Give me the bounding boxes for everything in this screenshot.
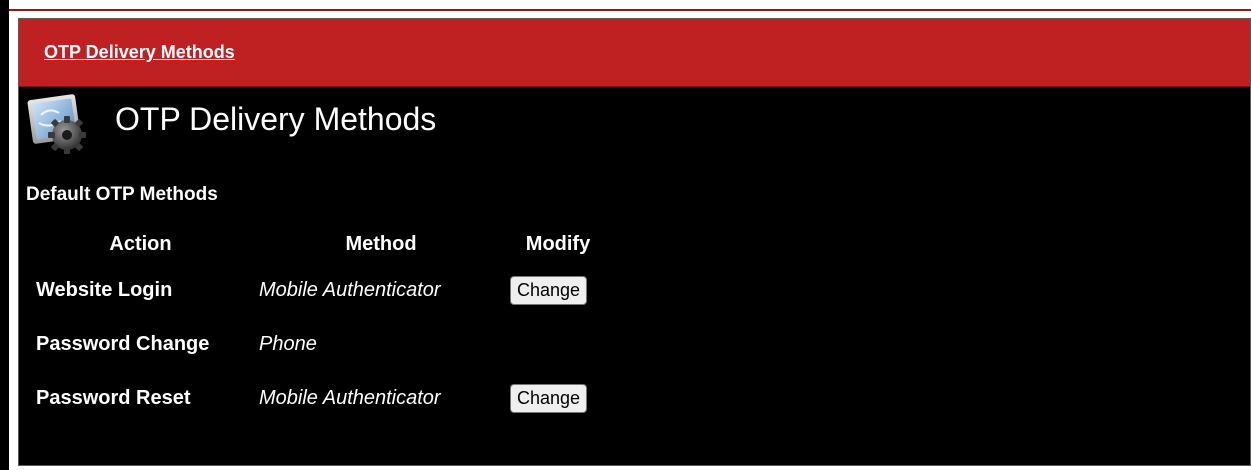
- modify-cell: Change: [507, 263, 609, 317]
- change-website-login-button[interactable]: Change: [510, 275, 588, 305]
- modify-cell: Change: [507, 371, 609, 425]
- action-cell: Password Change: [36, 332, 210, 355]
- top-divider: [9, 9, 1251, 11]
- system-preferences-gear-icon: [27, 91, 97, 155]
- column-header-modify: Modify: [525, 232, 591, 255]
- action-cell: Password Reset: [36, 386, 191, 409]
- table-header-row: Action Method Modify: [26, 225, 609, 263]
- column-header-method: Method: [345, 232, 417, 255]
- panel-header: OTP Delivery Methods: [19, 19, 1250, 87]
- table-row: Website Login Mobile Authenticator Chang…: [26, 263, 609, 317]
- method-cell: Mobile Authenticator: [259, 278, 441, 301]
- table-row: Password Change Phone: [26, 317, 609, 371]
- left-edge-bar: [0, 0, 9, 470]
- page: OTP Delivery Methods OTP Delivery Method…: [0, 0, 1251, 470]
- modify-cell: [507, 317, 609, 371]
- otp-delivery-methods-link[interactable]: OTP Delivery Methods: [44, 42, 235, 63]
- title-row: OTP Delivery Methods: [27, 91, 436, 155]
- otp-methods-table: Action Method Modify Website Login Mobil…: [26, 225, 609, 425]
- change-password-reset-button[interactable]: Change: [510, 383, 588, 413]
- page-title: OTP Delivery Methods: [115, 100, 437, 137]
- table-row: Password Reset Mobile Authenticator Chan…: [26, 371, 609, 425]
- method-cell: Mobile Authenticator: [259, 386, 441, 409]
- section-heading: Default OTP Methods: [26, 184, 218, 205]
- column-header-action: Action: [109, 232, 172, 255]
- action-cell: Website Login: [36, 278, 173, 301]
- method-cell: Phone: [259, 332, 317, 355]
